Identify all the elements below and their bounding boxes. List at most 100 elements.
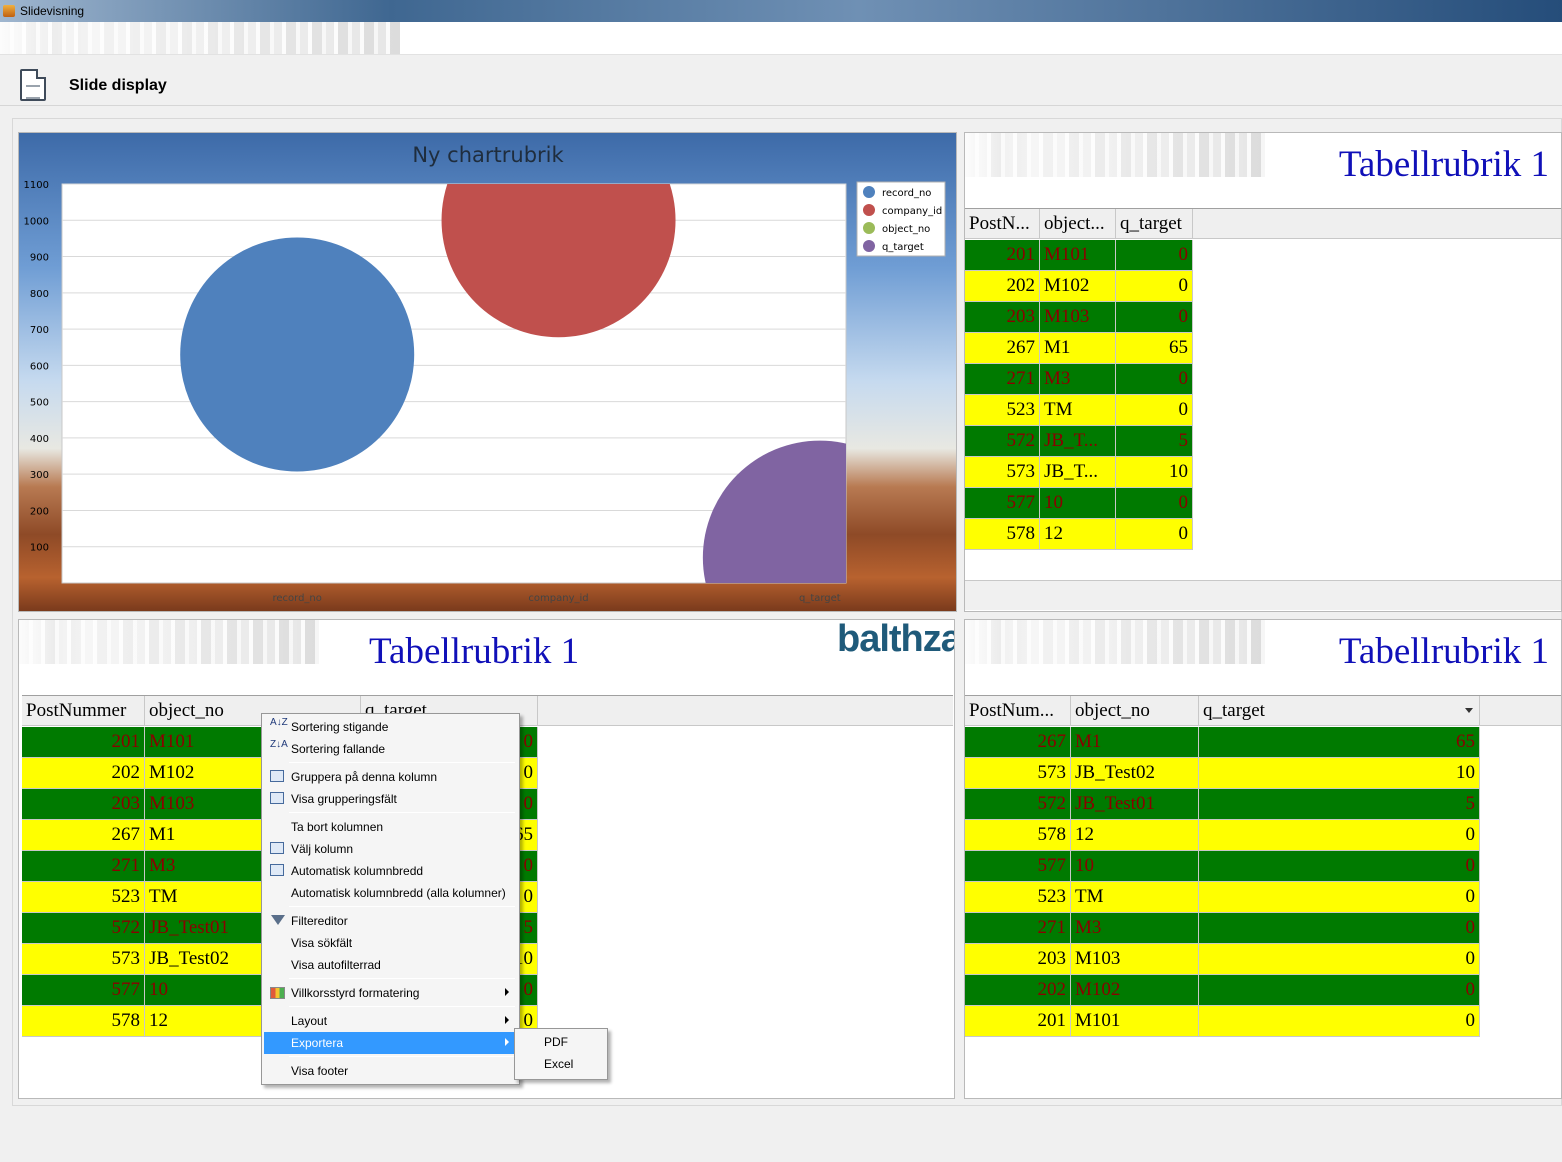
table-row[interactable]: 267 M1 65 (965, 333, 1193, 364)
menu-item-visa-grupperingsfält[interactable]: Visa grupperingsfält (264, 788, 517, 810)
table-row[interactable]: 573 JB_Test02 10 (965, 758, 1480, 789)
legend-marker (863, 186, 875, 198)
column-header-0[interactable]: PostN... (965, 209, 1040, 239)
table-row[interactable]: 572 JB_T... 5 (965, 426, 1193, 457)
menu-item-automatisk-kolumnbredd-alla-kolumner[interactable]: Automatisk kolumnbredd (alla kolumner) (264, 882, 517, 904)
menu-item-layout[interactable]: Layout (264, 1010, 517, 1032)
column-header-2[interactable]: q_target (1199, 696, 1480, 726)
table-cell: M3 (1071, 913, 1199, 944)
table-row[interactable]: 577 10 0 (965, 488, 1193, 519)
x-tick-label: record_no (272, 593, 321, 604)
table-cell: JB_T... (1040, 426, 1116, 457)
menu-item-label: Visa grupperingsfält (291, 792, 397, 806)
menu-item-filtereditor[interactable]: Filtereditor (264, 910, 517, 932)
table-title: Tabellrubrik 1 (1338, 631, 1549, 672)
table-cell: 0 (1116, 395, 1193, 426)
column-header-1[interactable]: object... (1040, 209, 1116, 239)
menu-item-automatisk-kolumnbredd[interactable]: Automatisk kolumnbredd (264, 860, 517, 882)
table-cell: TM (1071, 882, 1199, 913)
column-chooser-icon (270, 841, 286, 857)
table-cell: 10 (1199, 758, 1480, 789)
table-title: Tabellrubrik 1 (1338, 144, 1549, 185)
table-row[interactable]: 202 M102 0 (965, 975, 1480, 1006)
table-title-band: Tabellrubrik 1 balthzar (19, 620, 954, 692)
table-cell: M101 (1071, 1006, 1199, 1037)
table-cell: 523 (965, 395, 1040, 426)
table-cell: 578 (965, 820, 1071, 851)
table-cell: M1 (1071, 727, 1199, 758)
export-pdf-item[interactable]: PDF (517, 1031, 605, 1053)
table-row[interactable]: 578 12 0 (965, 820, 1480, 851)
table-cell: 202 (22, 758, 145, 789)
table-cell: M102 (1071, 975, 1199, 1006)
table-row[interactable]: 523 TM 0 (965, 395, 1193, 426)
menu-item-välj-kolumn[interactable]: Välj kolumn (264, 838, 517, 860)
table-row[interactable]: 577 10 0 (965, 851, 1480, 882)
menu-item-villkorsstyrd-formatering[interactable]: Villkorsstyrd formatering (264, 982, 517, 1004)
table-cell: 5 (1116, 426, 1193, 457)
bubble-record-no[interactable] (180, 237, 415, 472)
pattern-decoration (965, 133, 1265, 177)
table-cell: 203 (22, 789, 145, 820)
column-context-menu: A↓Z Sortering stigande Z↓A Sortering fallan… (261, 713, 520, 1085)
export-excel-item[interactable]: Excel (517, 1053, 605, 1075)
table-row[interactable]: 202 M102 0 (965, 271, 1193, 302)
table-title-band: Tabellrubrik 1 (965, 133, 1561, 205)
menu-item-visa-sökfält[interactable]: Visa sökfält (264, 932, 517, 954)
table-row[interactable]: 573 JB_T... 10 (965, 457, 1193, 488)
column-header-0[interactable]: PostNum... (965, 696, 1071, 726)
y-tick-label: 400 (30, 434, 49, 445)
menu-item-label: Ta bort kolumnen (291, 820, 384, 834)
column-header-2[interactable]: q_target (1116, 209, 1193, 239)
menu-item-exportera[interactable]: Exportera (264, 1032, 517, 1054)
group-panel-icon (270, 791, 286, 807)
table-panel-top-right: Tabellrubrik 1 PostN... object... q_target… (964, 132, 1562, 612)
table-row[interactable]: 203 M103 0 (965, 302, 1193, 333)
table-cell: 0 (1116, 302, 1193, 333)
table-row[interactable]: 201 M101 0 (965, 240, 1193, 271)
menu-item-sortering-fallande[interactable]: Z↓A Sortering fallande (264, 738, 517, 760)
icon-glyph (270, 792, 284, 804)
table-cell: 10 (1071, 851, 1199, 882)
menu-item-visa-autofilterrad[interactable]: Visa autofilterrad (264, 954, 517, 976)
table-cell: 202 (965, 271, 1040, 302)
legend-marker (863, 204, 875, 216)
menu-item-gruppera-på-denna-kolumn[interactable]: Gruppera på denna kolumn (264, 766, 517, 788)
data-grid[interactable]: PostNum... object_no q_target 267 M1 65 573 JB_… (965, 695, 1561, 1097)
sort-ascending-icon: A↓Z (270, 717, 288, 728)
legend-marker (863, 240, 875, 252)
table-row[interactable]: 572 JB_Test01 5 (965, 789, 1480, 820)
pattern-decoration (965, 620, 1265, 664)
table-cell: 0 (1116, 271, 1193, 302)
page-header: Slide display (0, 54, 1562, 106)
data-grid[interactable]: PostN... object... q_target 201 M101 0 202 M102… (965, 208, 1561, 580)
y-tick-label: 600 (30, 361, 49, 372)
menu-item-sortering-stigande[interactable]: A↓Z Sortering stigande (264, 716, 517, 738)
y-tick-label: 800 (30, 289, 49, 300)
column-header-1[interactable]: object_no (1071, 696, 1199, 726)
table-row[interactable]: 271 M3 0 (965, 913, 1480, 944)
table-row[interactable]: 523 TM 0 (965, 882, 1480, 913)
column-header-0[interactable]: PostNummer (22, 696, 145, 726)
window-title: Slidevisning (20, 4, 85, 18)
menu-item-label: Automatisk kolumnbredd (291, 864, 424, 878)
legend-label: record_no (882, 188, 931, 199)
sort-descending-icon (1465, 708, 1473, 713)
export-submenu: PDF Excel (514, 1028, 608, 1080)
table-row[interactable]: 267 M1 65 (965, 727, 1480, 758)
table-row[interactable]: 271 M3 0 (965, 364, 1193, 395)
menu-item-label: Visa footer (291, 1064, 349, 1078)
menu-item-ta-bort-kolumnen[interactable]: Ta bort kolumnen (264, 816, 517, 838)
table-cell: 577 (22, 975, 145, 1006)
table-row[interactable]: 201 M101 0 (965, 1006, 1480, 1037)
menu-item-visa-footer[interactable]: Visa footer (264, 1060, 517, 1082)
y-tick-label: 200 (30, 506, 49, 517)
table-cell: 10 (1116, 457, 1193, 488)
table-cell: 577 (965, 851, 1071, 882)
table-cell: M102 (1040, 271, 1116, 302)
table-row[interactable]: 578 12 0 (965, 519, 1193, 550)
grid-header: PostNum... object_no q_target (965, 696, 1561, 726)
table-cell: 203 (965, 944, 1071, 975)
chart-panel: Ny chartrubrik 100 200 300 400 500 600 700 800 90… (18, 132, 957, 612)
table-row[interactable]: 203 M103 0 (965, 944, 1480, 975)
